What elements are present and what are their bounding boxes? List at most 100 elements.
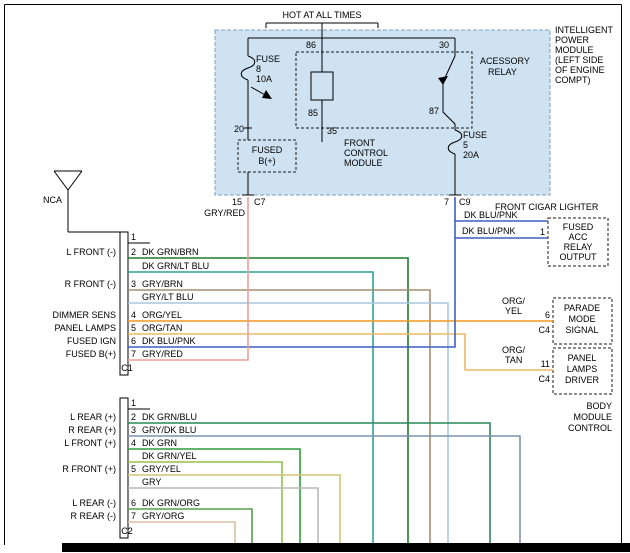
c2-signal-label: R REAR (+): [68, 425, 116, 435]
c2-pin-number: 4: [131, 438, 136, 448]
label-c9-pin: 7: [444, 197, 449, 207]
label-panel-lamps-driver: LAMPS: [567, 364, 598, 374]
c1-signal-label: DIMMER SENS: [52, 310, 116, 320]
label-c7-pin: 15: [232, 197, 242, 207]
label-body-module-control: CONTROL: [568, 423, 612, 433]
c1-wire-color-label: DK GRN/BRN: [142, 247, 199, 257]
c1-wire-color-label: GRY/RED: [142, 349, 183, 359]
c2-signal-label: L REAR (+): [70, 412, 116, 422]
label-terminal-20: 20: [234, 124, 244, 134]
c2-wire-color-label: GRY: [142, 477, 161, 487]
c2-wire-color-label: DK GRN/ORG: [142, 498, 200, 508]
c2-wire-color-label: DK GRN/YEL: [142, 451, 197, 461]
label-fused-b: B(+): [258, 156, 275, 166]
label-parade-mode-signal: SIGNAL: [565, 325, 598, 335]
label-org-yel: ORG/: [502, 296, 526, 306]
label-front-control-module: FRONT: [344, 138, 375, 148]
label-parade-mode-signal: PARADE: [564, 303, 600, 313]
c1-pin-number: 1: [131, 232, 136, 242]
label-fused-acc-relay-output: FUSED: [563, 222, 594, 232]
c1-wire-color-label: GRY/BRN: [142, 279, 183, 289]
c1-signal-label: FUSED B(+): [66, 349, 116, 359]
label-panel-pin-11: 11: [541, 359, 550, 369]
antenna-symbol: [54, 171, 120, 232]
label-ipm-name: MODULE: [555, 45, 594, 55]
c1-wire-color-label: DK BLU/PNK: [142, 336, 196, 346]
label-acc-pin-1: 1: [540, 227, 545, 237]
c2-pin-number: 7: [131, 511, 136, 521]
c1-signal-label: PANEL LAMPS: [54, 323, 116, 333]
wire-r-rear-neg: [128, 522, 235, 543]
c1-pin-number: 5: [131, 323, 136, 333]
c2-pin-number: 3: [131, 425, 136, 435]
c2-pin-number: 5: [131, 464, 136, 474]
label-panel-lamps-driver: PANEL: [568, 353, 597, 363]
label-connector-c2: C2: [121, 526, 133, 536]
c2-wire-color-label: GRY/ORG: [142, 511, 184, 521]
label-terminal-35: 35: [327, 126, 337, 136]
label-fuse5: 5: [463, 140, 468, 150]
c2-signal-label: L REAR (-): [72, 498, 116, 508]
c2-wire-color-label: GRY/DK BLU: [142, 425, 196, 435]
c2-pin-number: 1: [131, 398, 136, 408]
wire-l-rear-pos: [128, 423, 490, 543]
label-body-module-control: MODULE: [573, 412, 612, 422]
label-terminal-86: 86: [306, 40, 316, 50]
label-parade-pin-6: 6: [545, 310, 550, 320]
label-body-module-control: BODY: [586, 401, 612, 411]
label-org-tan: TAN: [505, 355, 522, 365]
antenna-icon: [68, 171, 82, 190]
c1-signal-label: FUSED IGN: [67, 336, 116, 346]
wiring-diagram-canvas: HOT AT ALL TIMES INTELLIGENT POWER MODUL…: [0, 0, 630, 553]
label-fuse8: 10A: [256, 74, 272, 84]
c1-wire-color-label: ORG/TAN: [142, 323, 182, 333]
label-c9-name: C9: [459, 197, 471, 207]
label-parade-c4: C4: [538, 325, 550, 335]
label-fuse5: 20A: [463, 150, 479, 160]
c2-wire-color-label: GRY/YEL: [142, 464, 181, 474]
label-fuse8: FUSE: [256, 54, 280, 64]
label-terminal-87: 87: [429, 106, 439, 116]
wiring-diagram-page: HOT AT ALL TIMES INTELLIGENT POWER MODUL…: [0, 0, 630, 553]
label-fused-acc-relay-output: OUTPUT: [560, 252, 598, 262]
label-dk-blu-pnk: DK BLU/PNK: [464, 210, 518, 220]
c1-wire-color-label: DK GRN/LT BLU: [142, 261, 209, 271]
c2-signal-label: R REAR (-): [71, 511, 117, 521]
label-fuse5: FUSE: [463, 130, 487, 140]
label-fused-b: FUSED: [252, 145, 283, 155]
antenna-icon: [54, 171, 68, 190]
c2-pin-number: 6: [131, 498, 136, 508]
c1-pin-number: 2: [131, 247, 136, 257]
label-ipm-name: POWER: [555, 35, 590, 45]
ipm-module: [215, 23, 550, 195]
radio-connector-c1: [120, 232, 128, 375]
label-c7-name: C7: [254, 197, 266, 207]
c1-signal-label: L FRONT (-): [67, 247, 117, 257]
c1-wire-color-label: ORG/YEL: [142, 310, 182, 320]
label-gry-red: GRY/RED: [204, 208, 245, 218]
radio-connectors: [120, 232, 150, 538]
c1-wire-color-label: GRY/LT BLU: [142, 292, 194, 302]
label-panel-lamps-driver: DRIVER: [565, 375, 600, 385]
c1-pin-number: 3: [131, 279, 136, 289]
c2-wire-color-label: DK GRN: [142, 438, 177, 448]
c1-pin-number: 7: [131, 349, 136, 359]
radio-connector-c2: [120, 398, 128, 538]
label-parade-mode-signal: MODE: [569, 314, 596, 324]
label-accessory-relay: ACESSORY: [480, 56, 530, 66]
label-fused-acc-relay-output: RELAY: [564, 242, 593, 252]
c1-signal-label: R FRONT (-): [65, 279, 116, 289]
label-front-control-module: CONTROL: [344, 148, 388, 158]
label-terminal-30: 30: [439, 40, 449, 50]
label-fuse8: 8: [256, 64, 261, 74]
label-ipm-name: OF ENGINE: [555, 65, 605, 75]
c1-pin-number: 6: [131, 336, 136, 346]
label-nca: NCA: [43, 195, 62, 205]
label-ipm-name: INTELLIGENT: [555, 25, 614, 35]
label-front-control-module: MODULE: [344, 158, 383, 168]
label-accessory-relay: RELAY: [488, 67, 517, 77]
label-org-yel: YEL: [505, 306, 522, 316]
c2-signal-label: R FRONT (+): [62, 464, 116, 474]
label-dk-blu-pnk: DK BLU/PNK: [462, 226, 516, 236]
label-ipm-name: (LEFT SIDE: [555, 55, 603, 65]
